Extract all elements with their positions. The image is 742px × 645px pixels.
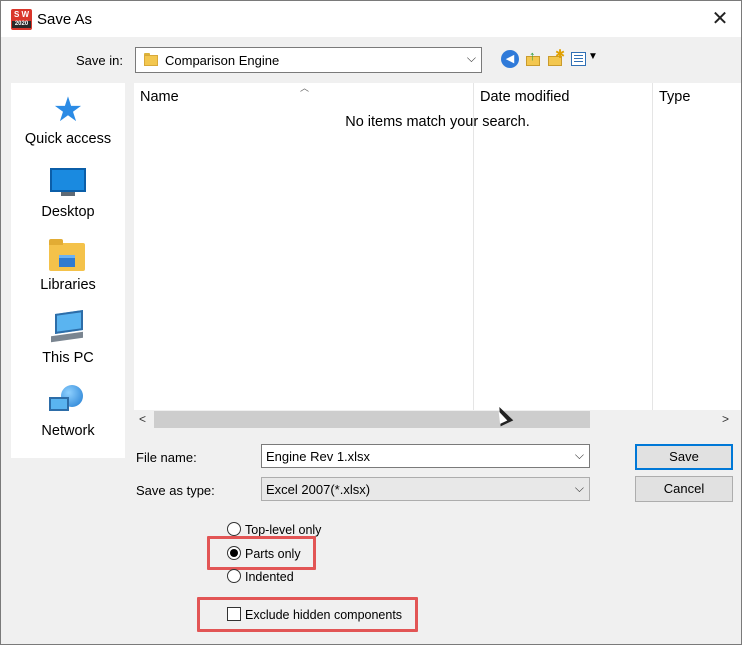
sort-ascending-icon: ︿ xyxy=(300,83,310,93)
place-libraries[interactable]: Libraries xyxy=(11,229,125,299)
file-name-label: File name: xyxy=(136,450,197,465)
new-folder-icon[interactable]: ✱ xyxy=(547,47,565,68)
save-button[interactable]: Save xyxy=(635,444,733,470)
folder-icon xyxy=(144,53,158,66)
save-in-value: Comparison Engine xyxy=(165,53,280,68)
radio-label: Top-level only xyxy=(245,523,322,537)
libraries-icon xyxy=(49,239,87,273)
up-one-level-icon[interactable]: ↑ xyxy=(525,48,543,68)
column-header-date-modified[interactable]: Date modified xyxy=(480,89,569,105)
radio-top-level-only[interactable] xyxy=(227,522,241,536)
file-name-value: Engine Rev 1.xlsx xyxy=(266,449,371,464)
scroll-left-icon[interactable]: < xyxy=(139,412,146,426)
place-desktop[interactable]: Desktop xyxy=(11,156,125,226)
place-label: This PC xyxy=(42,350,94,366)
save-as-type-value: Excel 2007(*.xlsx) xyxy=(266,482,371,497)
save-in-label: Save in: xyxy=(76,53,123,68)
save-in-dropdown[interactable]: Comparison Engine ⌵ xyxy=(135,47,482,73)
place-this-pc[interactable]: This PC xyxy=(11,302,125,372)
close-button[interactable]: ✕ xyxy=(705,5,735,33)
place-label: Desktop xyxy=(41,204,95,220)
exclude-hidden-checkbox[interactable] xyxy=(227,607,241,621)
place-network[interactable]: Network xyxy=(11,375,125,445)
title-bar: S W 2020 Save As ✕ xyxy=(1,1,741,37)
scrollbar-thumb[interactable] xyxy=(154,411,590,428)
network-icon xyxy=(49,385,87,419)
place-label: Network xyxy=(41,423,95,439)
save-as-type-label: Save as type: xyxy=(136,483,215,498)
column-divider[interactable] xyxy=(652,83,653,410)
desktop-icon xyxy=(49,166,87,200)
computer-icon xyxy=(49,310,87,346)
chevron-down-icon: ⌵ xyxy=(466,51,476,65)
radio-label: Parts only xyxy=(245,547,301,561)
column-header-type[interactable]: Type xyxy=(659,89,690,105)
radio-parts-only[interactable] xyxy=(227,546,241,560)
place-label: Libraries xyxy=(40,277,96,293)
chevron-down-icon: ⌵ xyxy=(574,481,584,495)
cancel-button[interactable]: Cancel xyxy=(635,476,733,502)
empty-message: No items match your search. xyxy=(345,114,530,130)
radio-label: Indented xyxy=(245,570,294,584)
column-header-name[interactable]: Name xyxy=(140,89,179,105)
window-title: Save As xyxy=(37,11,93,28)
place-label: Quick access xyxy=(24,131,112,147)
scroll-right-icon[interactable]: > xyxy=(722,412,729,426)
column-divider[interactable] xyxy=(473,83,474,410)
star-icon: ★ xyxy=(52,91,84,129)
file-name-field[interactable]: Engine Rev 1.xlsx ⌵ xyxy=(261,444,590,468)
chevron-down-icon[interactable]: ⌵ xyxy=(575,448,584,463)
view-menu-icon[interactable]: ▼ xyxy=(571,50,599,68)
save-as-dialog: S W 2020 Save As ✕ Save in: Comparison E… xyxy=(0,0,742,645)
solidworks-app-icon: S W 2020 xyxy=(11,9,32,30)
radio-indented[interactable] xyxy=(227,569,241,583)
file-list[interactable]: ︿ Name Date modified Type No items match… xyxy=(134,83,741,430)
place-quick-access[interactable]: ★ Quick access xyxy=(11,83,125,153)
save-as-type-dropdown[interactable]: Excel 2007(*.xlsx) ⌵ xyxy=(261,477,590,501)
places-bar: ★ Quick access Desktop Libraries This PC… xyxy=(11,83,125,458)
back-icon[interactable]: ◀ xyxy=(501,50,519,68)
horizontal-scrollbar[interactable]: < > xyxy=(134,410,741,430)
checkbox-label: Exclude hidden components xyxy=(245,608,403,622)
